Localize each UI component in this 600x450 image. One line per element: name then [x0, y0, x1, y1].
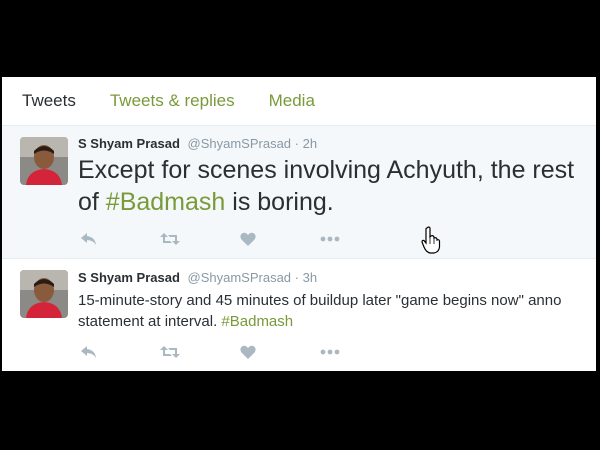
tweet-header: S Shyam Prasad @ShyamSPrasad · 2h	[78, 136, 317, 151]
profile-timeline: Tweets Tweets & replies Media S Shyam Pr…	[2, 77, 596, 371]
more-icon	[320, 349, 340, 355]
avatar[interactable]	[20, 137, 68, 185]
tweet-time[interactable]: 3h	[303, 270, 317, 285]
reply-button[interactable]	[80, 343, 160, 361]
tweet-text-part: is boring.	[225, 188, 334, 216]
more-icon	[320, 236, 340, 242]
more-button[interactable]	[320, 230, 400, 248]
tab-tweets[interactable]: Tweets	[22, 91, 76, 111]
avatar[interactable]	[20, 270, 68, 318]
author-handle[interactable]: @ShyamSPrasad	[188, 136, 292, 151]
like-button[interactable]	[240, 343, 320, 361]
tweet-header: S Shyam Prasad @ShyamSPrasad · 3h	[78, 270, 317, 285]
tweet-text-part: 15-minute-story and 45 minutes of buildu…	[78, 292, 562, 330]
tweet-actions	[80, 343, 400, 361]
tweet-text: Except for scenes involving Achyuth, the…	[78, 154, 576, 218]
retweet-button[interactable]	[160, 343, 240, 361]
hashtag-link[interactable]: #Badmash	[106, 188, 226, 216]
separator-dot: ·	[294, 136, 303, 151]
tweet-actions	[80, 230, 400, 248]
retweet-icon	[160, 346, 180, 358]
tab-tweets-and-replies[interactable]: Tweets & replies	[110, 91, 235, 111]
author-name[interactable]: S Shyam Prasad	[78, 136, 180, 151]
like-icon	[240, 232, 256, 246]
tweet-item[interactable]: S Shyam Prasad @ShyamSPrasad · 2h Except…	[2, 126, 596, 259]
hashtag-link[interactable]: #Badmash	[221, 313, 293, 330]
more-button[interactable]	[320, 343, 400, 361]
tweet-text: 15-minute-story and 45 minutes of buildu…	[78, 290, 576, 332]
author-handle[interactable]: @ShyamSPrasad	[188, 270, 292, 285]
like-icon	[240, 345, 256, 359]
retweet-button[interactable]	[160, 230, 240, 248]
reply-icon	[81, 233, 96, 245]
retweet-icon	[160, 233, 180, 245]
like-button[interactable]	[240, 230, 320, 248]
reply-button[interactable]	[80, 230, 160, 248]
tweet-item[interactable]: S Shyam Prasad @ShyamSPrasad · 3h 15-min…	[2, 259, 596, 371]
tab-media[interactable]: Media	[269, 91, 315, 111]
hand-cursor-icon	[421, 226, 441, 254]
tweet-time[interactable]: 2h	[303, 136, 317, 151]
reply-icon	[81, 346, 96, 358]
author-name[interactable]: S Shyam Prasad	[78, 270, 180, 285]
timeline-tabs: Tweets Tweets & replies Media	[2, 77, 596, 126]
separator-dot: ·	[294, 270, 303, 285]
